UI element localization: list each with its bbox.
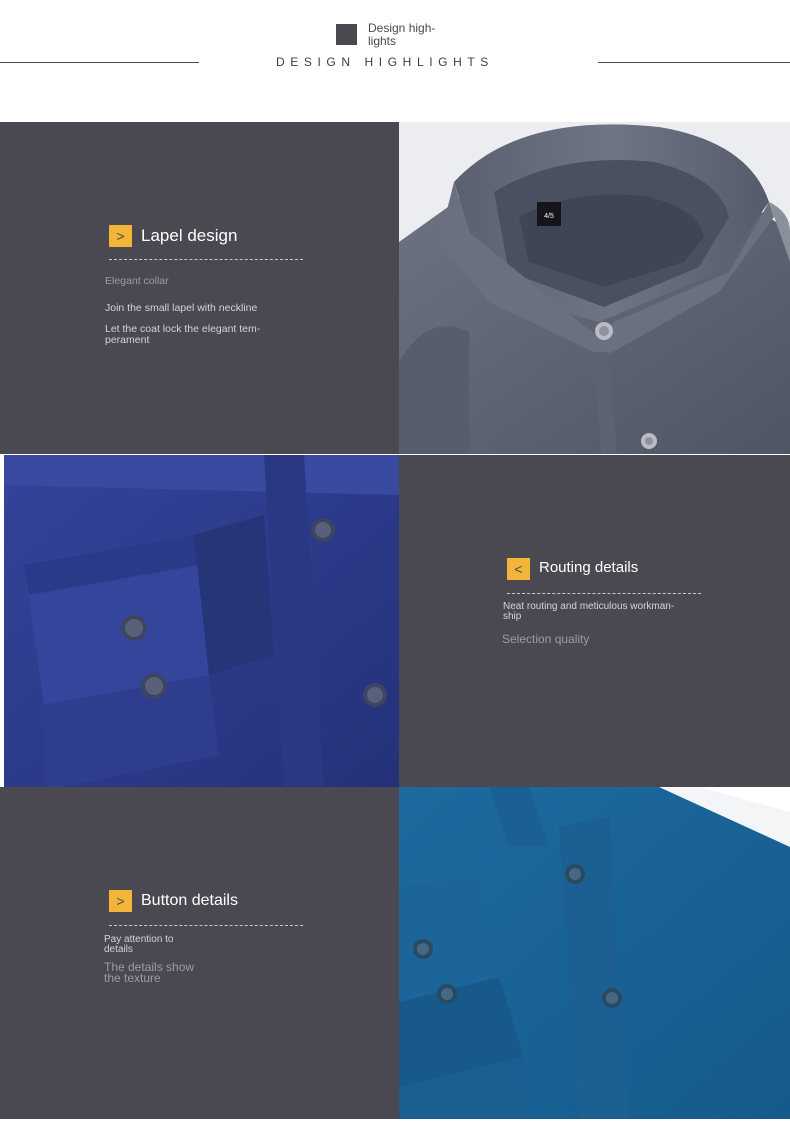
button-heading: Button details [141,892,238,909]
dashed-divider [507,593,701,594]
header-square-icon [336,24,357,45]
header-divider-right [598,62,790,63]
lapel-design-panel: > Lapel design Elegant collar Join the s… [0,122,399,454]
grey-shirt-collar-photo: 4/5 [399,122,790,454]
size-label: 4/5 [544,213,554,220]
header-title: DESIGN HIGHLIGHTS [276,55,494,69]
arrow-right-icon: > [109,225,132,247]
lapel-line-2: Let the coat lock the elegant tem-perame… [105,323,261,346]
button-line-1: The details show the texture [104,960,195,985]
header-small-label: Design high-lights [368,21,436,48]
navy-shirt-cuff-photo [4,455,399,787]
button-details-panel: > Button details Pay attention to detail… [0,787,399,1119]
section-header: Design high-lights DESIGN HIGHLIGHTS [0,0,790,122]
header-divider-left [0,62,199,63]
routing-subtitle: Neat routing and meticulous workman-ship [503,601,675,622]
lapel-heading: Lapel design [141,226,238,245]
button-subtitle: Pay attention to details [104,934,174,955]
lapel-line-1: Join the small lapel with neckline [105,302,258,314]
routing-heading: Routing details [539,559,639,576]
routing-details-panel: < Routing details Neat routing and metic… [399,455,790,787]
dashed-divider [109,925,303,926]
teal-shirt-buttons-photo [399,787,790,1119]
arrow-left-icon: < [507,558,530,580]
dashed-divider [109,259,303,260]
lapel-subtitle: Elegant collar [105,275,169,287]
routing-line-1: Selection quality [502,632,590,646]
arrow-right-icon: > [109,890,132,912]
